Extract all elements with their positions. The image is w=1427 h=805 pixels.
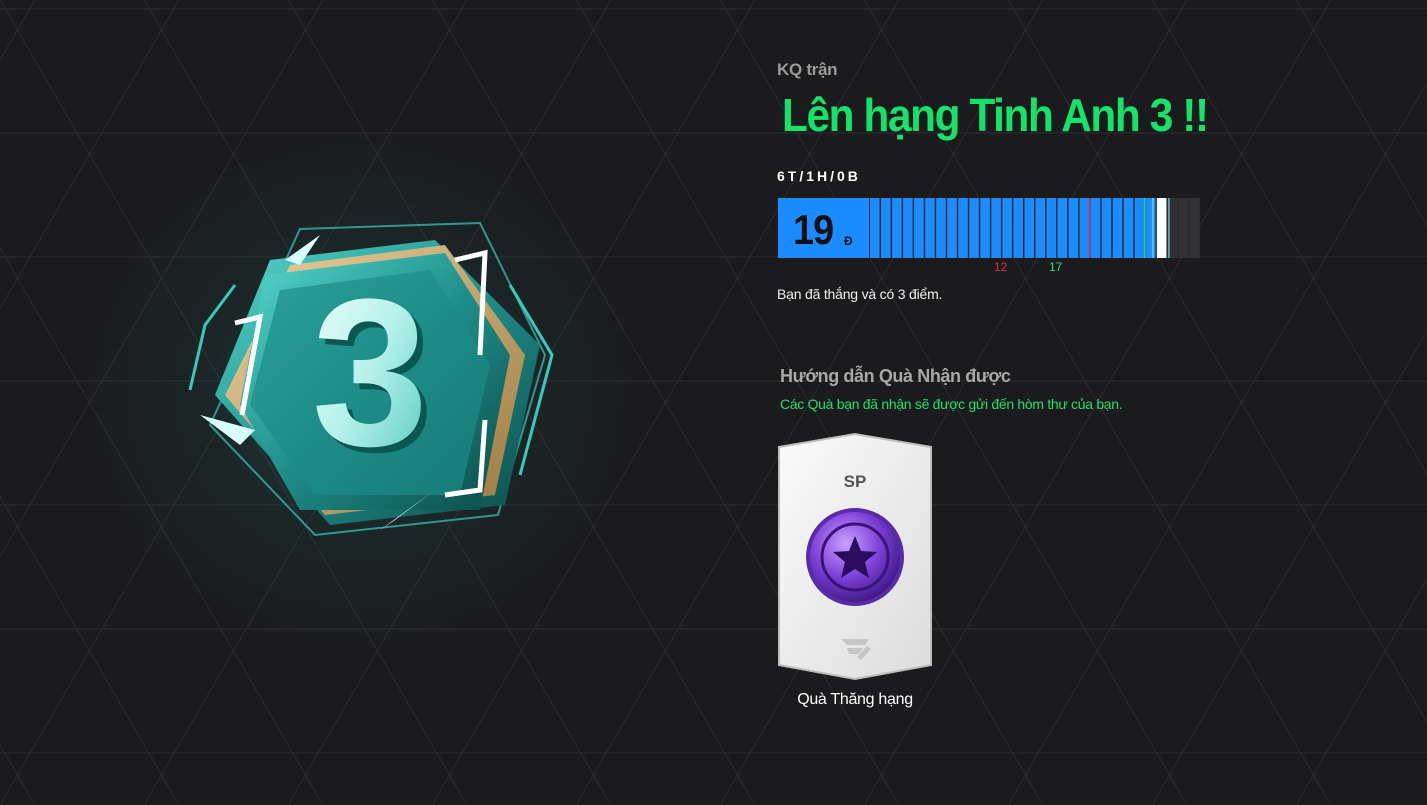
reward-mailbox-note: Các Quà bạn đã nhận sẽ được gửi đến hòm … (780, 396, 1123, 412)
bar-segment-filled (1134, 198, 1145, 258)
bar-segment-filled (1079, 198, 1090, 258)
points-value: 19 (793, 206, 834, 253)
result-message: Bạn đã thắng và có 3 điểm. (777, 286, 943, 302)
bar-segment-filled (903, 198, 913, 258)
bar-segment-filled (1101, 198, 1112, 258)
bar-segment-filled (1035, 198, 1046, 258)
marker-label-promotion: 17 (1049, 260, 1063, 274)
bar-segment-filled (1145, 198, 1156, 258)
bar-segment-empty (1178, 198, 1189, 258)
bar-segment-empty (1189, 198, 1200, 258)
bar-segment-filled (1112, 198, 1123, 258)
bar-segment-filled (947, 198, 957, 258)
bar-segment-filled (1024, 198, 1034, 258)
match-result-label: KQ trận (777, 60, 838, 79)
reward-card[interactable] (777, 433, 933, 681)
bar-segment-filled (925, 198, 935, 258)
purple-star-coin-icon (806, 508, 904, 606)
bar-current-segment (1156, 198, 1167, 258)
bar-segment-filled (980, 198, 990, 258)
bar-segment-filled (1013, 198, 1023, 258)
win-draw-loss-record: 6T/1H/0B (777, 168, 861, 184)
rank-emblem-icon: 3 3 (188, 221, 554, 537)
bar-segment-filled (936, 198, 946, 258)
bar-segment-filled (991, 198, 1001, 258)
svg-text:3: 3 (312, 255, 429, 490)
reward-caption: Quà Thăng hạng (797, 691, 913, 708)
bar-segment-filled (1046, 198, 1057, 258)
rank-up-title: Lên hạng Tinh Anh 3 !! (782, 89, 1209, 141)
bar-segment-filled (914, 198, 924, 258)
reward-guide-heading: Hướng dẫn Quà Nhận được (780, 366, 1011, 386)
bar-segment-filled (1090, 198, 1101, 258)
points-unit: Đ (844, 234, 853, 248)
bar-segment-filled (969, 198, 979, 258)
bar-segment-filled (870, 198, 880, 258)
bar-segment-filled (1002, 198, 1012, 258)
rank-points-bar (778, 198, 1200, 258)
bar-segment-filled (881, 198, 891, 258)
bar-segment-filled (1068, 198, 1079, 258)
bar-segment-filled (958, 198, 968, 258)
bar-segment-filled (892, 198, 902, 258)
bar-segment-filled (1057, 198, 1068, 258)
bar-segment-filled (1123, 198, 1134, 258)
marker-label-demotion: 12 (994, 260, 1008, 274)
